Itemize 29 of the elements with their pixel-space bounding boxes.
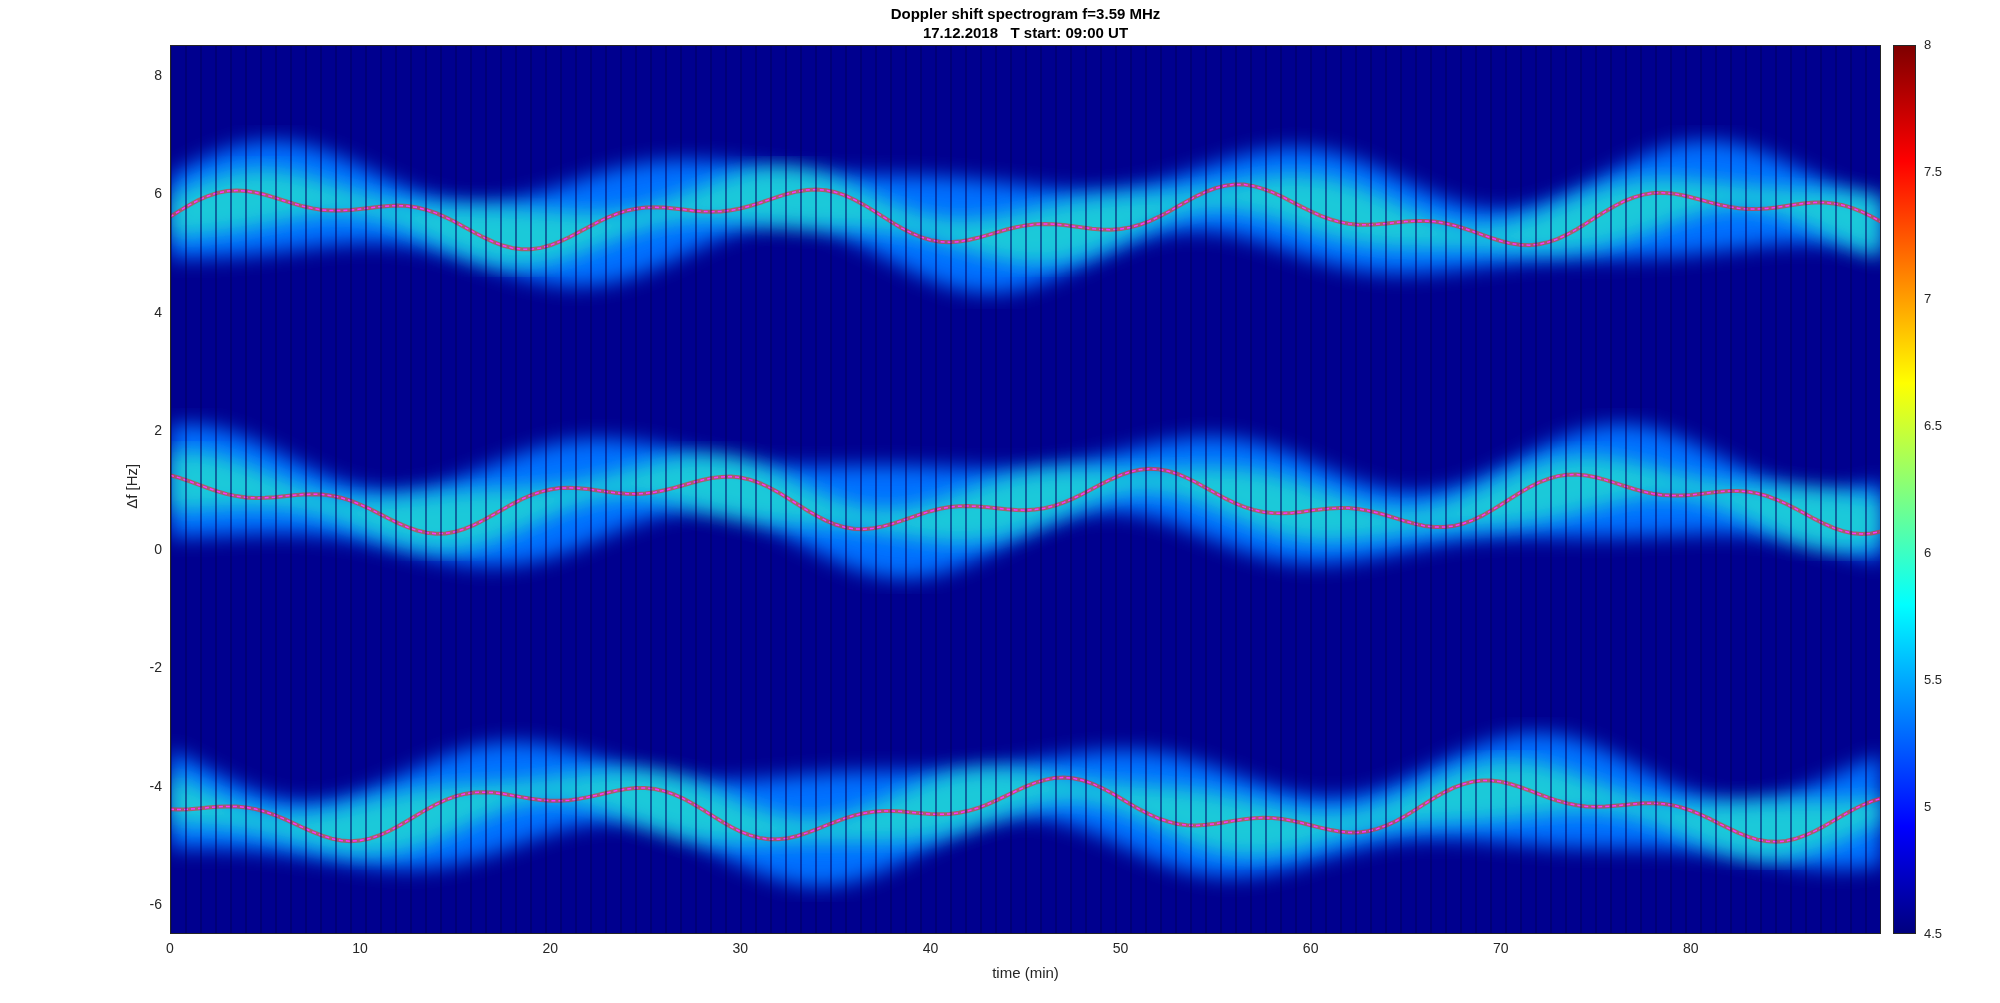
y-tick-label: -4 [149, 777, 162, 794]
x-axis-label: time (min) [992, 963, 1059, 983]
y-tick-label: 6 [154, 185, 162, 202]
chart-title: Doppler shift spectrogram f=3.59 MHz [890, 4, 1161, 23]
colorbar-tick-label: 8 [1924, 37, 1932, 53]
y-tick-label: -2 [149, 659, 162, 676]
colorbar-tick-label: 6 [1924, 545, 1932, 561]
x-tick-label: 40 [922, 940, 939, 956]
x-tick-label: 70 [1493, 940, 1509, 956]
x-tick-label: 10 [352, 940, 368, 956]
colorbar-tick-label: 7 [1924, 291, 1932, 307]
y-tick-label: 8 [154, 66, 162, 83]
y-tick-label: -6 [149, 896, 162, 913]
colorbar-tick-label: 5 [1924, 799, 1932, 815]
y-tick-label: 2 [154, 422, 162, 439]
x-tick-label: 20 [542, 940, 558, 956]
chart-subtitle: 17.12.2018 T start: 09:00 UT [922, 23, 1129, 42]
x-tick-label: 60 [1302, 940, 1319, 956]
y-tick-label: 0 [154, 540, 162, 557]
y-axis-label: Δf [Hz] [122, 463, 142, 509]
y-tick-label: 4 [154, 303, 162, 320]
x-tick-label: 80 [1683, 940, 1699, 956]
colorbar-tick-label: 4.5 [1924, 926, 1943, 942]
x-tick-label: 30 [732, 940, 749, 956]
x-tick-label: 0 [166, 940, 174, 956]
colorbar-tick-label: 6.5 [1924, 418, 1943, 434]
x-tick-label: 50 [1112, 940, 1129, 956]
colorbar-tick-label: 7.5 [1924, 164, 1943, 180]
colorbar-tick-label: 5.5 [1924, 672, 1943, 688]
